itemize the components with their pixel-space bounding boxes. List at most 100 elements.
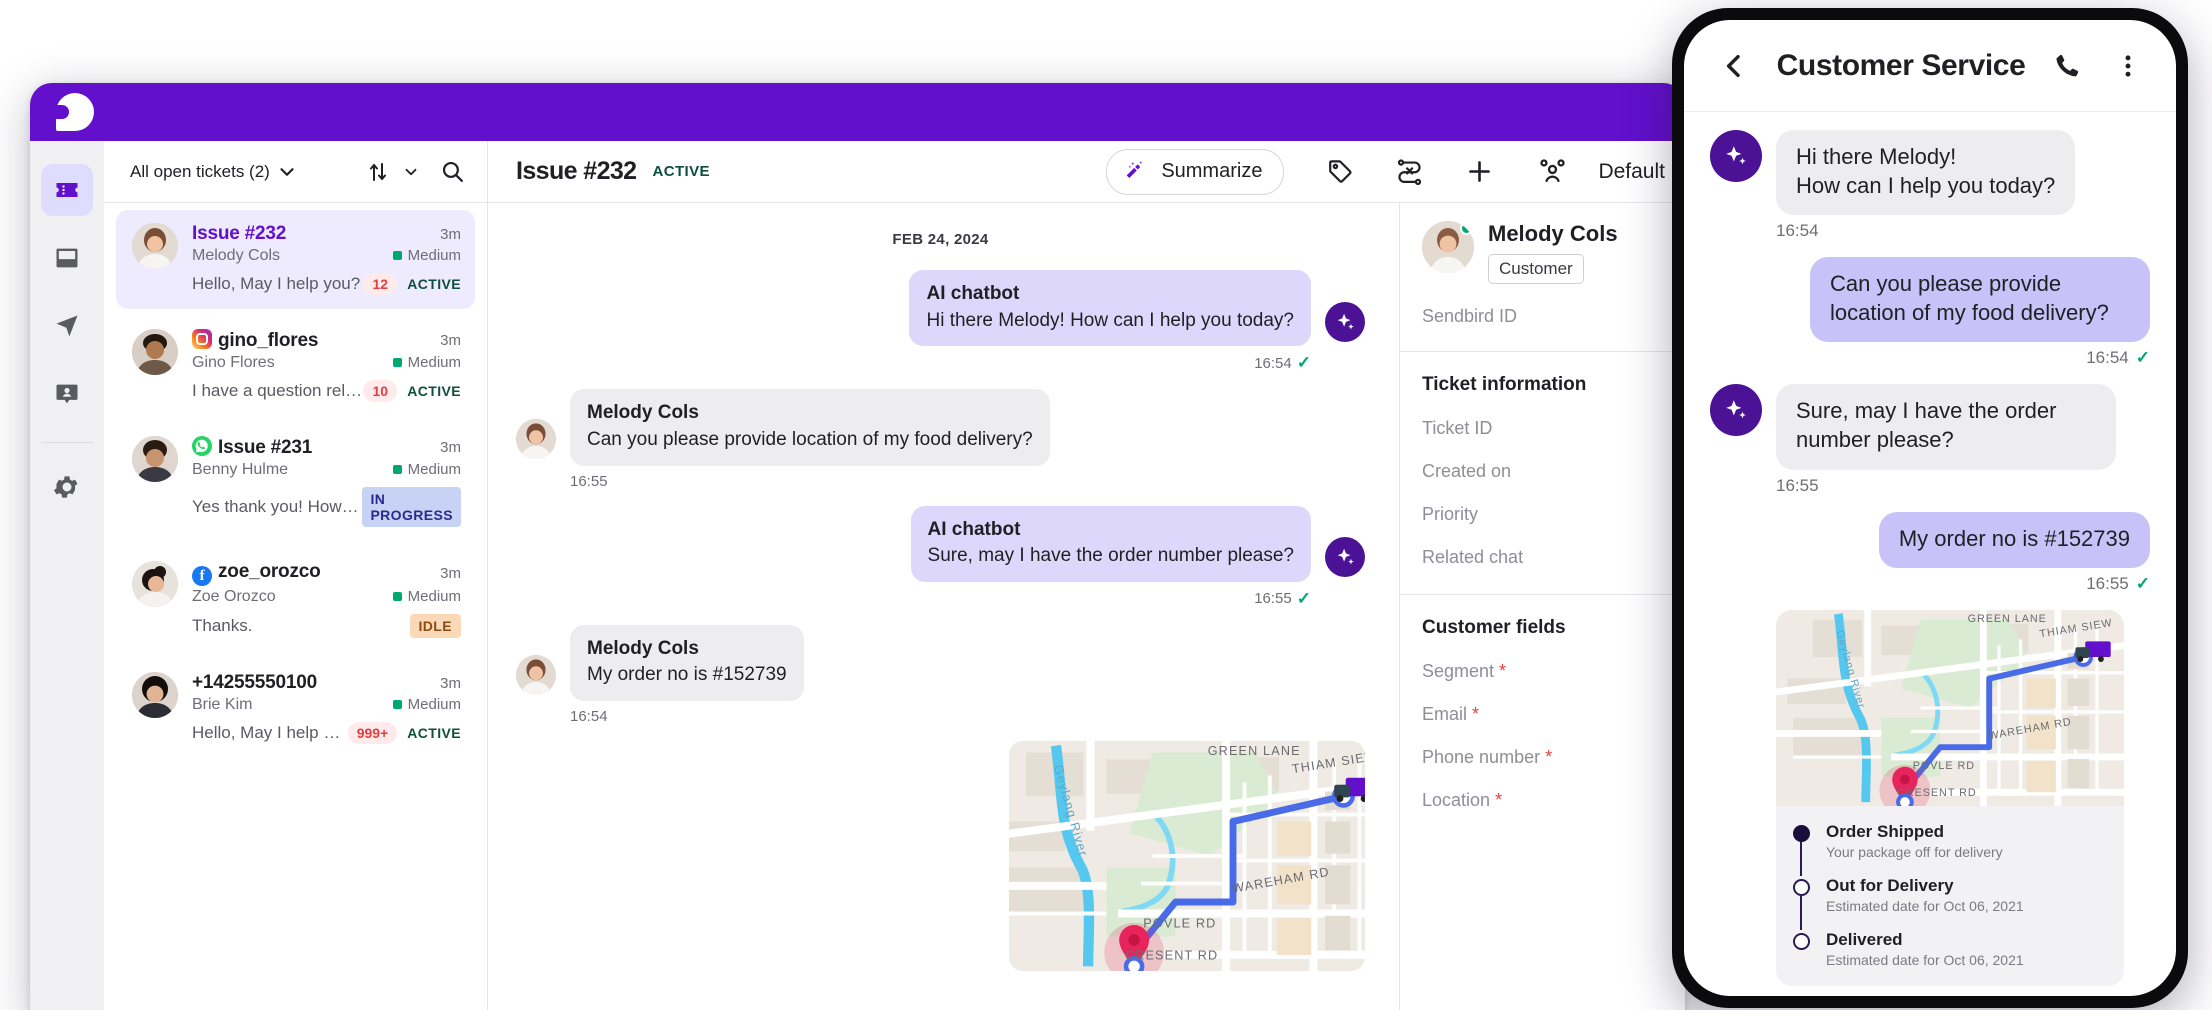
ticket-preview: I have a question related... (192, 381, 363, 401)
ticket-customer-name: Gino Flores (192, 354, 275, 372)
ticket-time: 3m (440, 675, 461, 692)
avatar (516, 419, 556, 459)
divider (1400, 594, 1685, 595)
phone-icon[interactable] (2052, 51, 2082, 81)
delivery-tracking-card[interactable]: GREEN LANETHIAM SIEWWAREHAM RDPOVLE RDCR… (1776, 610, 2124, 986)
back-chevron-icon[interactable] (1718, 50, 1750, 82)
priority-dot-icon (393, 592, 402, 601)
ticket-preview: Yes thank you! How can I ... (192, 497, 362, 517)
list-item[interactable]: gino_flores 3m Gino Flores Medium I have a q… (116, 316, 475, 416)
svg-text:POVLE RD: POVLE RD (1143, 916, 1216, 930)
tracking-steps: Order Shipped Your package off for delive… (1776, 806, 2124, 986)
ticket-preview: Hello, May I help you? (192, 274, 360, 294)
divider (1400, 351, 1685, 352)
phone-message-row: My order no is #152739 (1710, 512, 2150, 569)
magic-wand-icon (1124, 159, 1150, 185)
unread-count: 10 (363, 380, 397, 402)
list-item[interactable]: fzoe_orozco3mZoe OrozcoMediumThanks.IDLE (116, 548, 475, 652)
customer-fields-title: Customer fields (1422, 617, 1663, 639)
priority-dot-icon (393, 465, 402, 474)
ticket-title: gino_flores (192, 329, 318, 352)
status-badge: IN PROGRESS (362, 487, 461, 527)
team-icon[interactable] (1537, 156, 1568, 187)
avatar (132, 329, 178, 375)
sort-arrows-icon[interactable] (366, 160, 390, 184)
ticket-time: 3m (440, 332, 461, 349)
message-sender: AI chatbot (928, 517, 1294, 543)
svg-text:CRESENT RD: CRESENT RD (1125, 949, 1218, 963)
svg-text:GREEN LANE: GREEN LANE (1968, 613, 2047, 625)
tracking-title: Delivered (1826, 930, 2024, 950)
message-time: 16:55 (1254, 590, 1292, 607)
ticket-field-label: Ticket ID (1422, 418, 1663, 439)
read-receipt-icon: ✓ (1297, 589, 1311, 609)
ticket-priority: Medium (393, 354, 461, 371)
status-badge: ACTIVE (653, 163, 710, 180)
tracking-step: Out for DeliveryEstimated date for Oct 0… (1790, 876, 2106, 930)
ticket-time: 3m (440, 226, 461, 243)
tracking-step: Order Shipped Your package off for delive… (1790, 822, 2106, 876)
tracking-title: Order Shipped (1826, 822, 2003, 842)
message-meta: 16:55✓ (1710, 574, 2150, 594)
unread-count: 999+ (348, 722, 398, 744)
bot-avatar (1325, 537, 1365, 577)
ticket-priority: Medium (393, 461, 461, 478)
summarize-button[interactable]: Summarize (1106, 149, 1284, 195)
message-row: Melody ColsMy order no is #15273916:54 (516, 625, 1365, 725)
ticket-time: 3m (440, 439, 461, 456)
avatar (132, 672, 178, 718)
sidebar-item-contacts[interactable] (41, 368, 93, 420)
tracking-subtitle: Estimated date for Oct 06, 2021 (1826, 952, 2024, 968)
message-meta: 16:54✓ (1710, 348, 2150, 368)
bot-avatar (1710, 384, 1762, 436)
message-time: 16:54 (570, 708, 608, 725)
phone-title: Customer Service (1760, 49, 2042, 83)
contact-card-icon (53, 380, 81, 408)
sidebar-item-settings[interactable] (41, 461, 93, 513)
kebab-menu-icon[interactable] (2114, 52, 2142, 80)
read-receipt-icon: ✓ (2136, 574, 2150, 594)
ticket-customer-name: Benny Hulme (192, 461, 288, 479)
assignee-label[interactable]: Default (1598, 160, 1665, 184)
phone-chat-thread: Hi there Melody!How can I help you today… (1684, 112, 2176, 986)
tracking-subtitle: Your package off for delivery (1826, 844, 2003, 860)
svg-text:GREEN LANE: GREEN LANE (1208, 744, 1301, 758)
ticket-title: Issue #232 (192, 223, 286, 245)
status-badge: ACTIVE (407, 725, 461, 741)
customer-name: Melody Cols (1488, 221, 1618, 247)
map-message-row: GREEN LANETHIAM SIEWWAREHAM RDPOVLE RDCR… (516, 741, 1365, 971)
list-item[interactable]: +142555501003mBrie KimMediumHello, May I… (116, 659, 475, 758)
route-map: GREEN LANETHIAM SIEWWAREHAM RDPOVLE RDCR… (1776, 610, 2124, 806)
sidebar-item-send[interactable] (41, 300, 93, 352)
route-map: GREEN LANETHIAM SIEWWAREHAM RDPOVLE RDCR… (1009, 741, 1365, 971)
customer-field-label: Phone number * (1422, 747, 1663, 768)
avatar (132, 223, 178, 269)
avatar (132, 561, 178, 607)
list-item[interactable]: Issue #2323mMelody ColsMediumHello, May … (116, 210, 475, 309)
sort-chevron-down-icon[interactable] (402, 163, 420, 181)
message-bubble: My order no is #152739 (1879, 512, 2150, 569)
workflow-icon[interactable] (1395, 157, 1424, 186)
rail-divider (41, 442, 93, 443)
message-time: 16:55 (1776, 476, 1819, 496)
sidebar-item-inbox[interactable] (41, 232, 93, 284)
search-icon[interactable] (440, 159, 465, 184)
status-badge: ACTIVE (407, 276, 461, 292)
tag-icon[interactable] (1326, 157, 1355, 186)
map-image-desktop[interactable]: GREEN LANETHIAM SIEWWAREHAM RDPOVLE RDCR… (1009, 741, 1365, 971)
message-meta: 16:55 ✓ (911, 589, 1311, 609)
facebook-icon: f (192, 566, 212, 586)
ticket-customer-name: Zoe Orozco (192, 588, 276, 606)
message-meta: 16:54 (570, 708, 804, 725)
avatar (1422, 221, 1474, 273)
priority-dot-icon (393, 251, 402, 260)
message-row: Melody ColsCan you please provide locati… (516, 389, 1365, 489)
list-item[interactable]: Issue #2313mBenny HulmeMediumYes thank y… (116, 423, 475, 541)
ticket-filter-label[interactable]: All open tickets (2) (130, 162, 270, 182)
tracking-dot-icon (1793, 825, 1810, 842)
message-time: 16:55 (570, 473, 608, 490)
plus-icon[interactable] (1464, 156, 1495, 187)
sidebar-item-tickets[interactable] (41, 164, 93, 216)
map-image-phone[interactable]: GREEN LANETHIAM SIEWWAREHAM RDPOVLE RDCR… (1776, 610, 2124, 806)
chevron-down-icon[interactable] (276, 161, 298, 183)
